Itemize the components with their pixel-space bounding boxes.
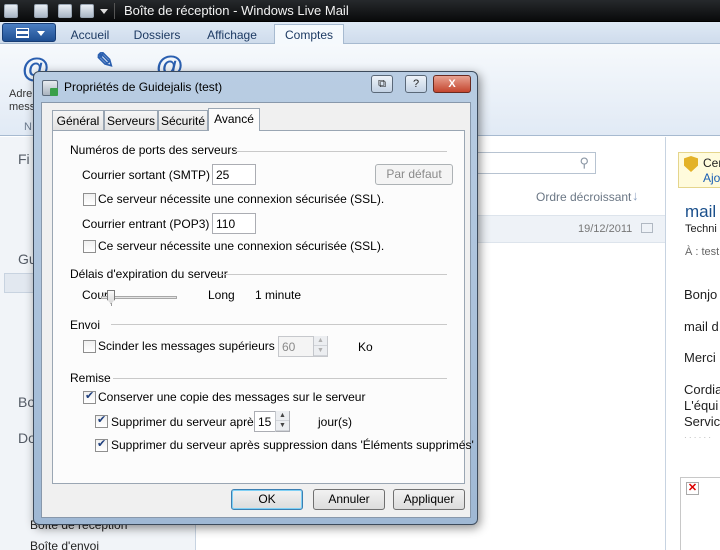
message-body-line: Cordia [684, 382, 720, 397]
pop3-port-label: Courrier entrant (POP3) : [82, 217, 217, 231]
folder-item-outbox[interactable]: Boîte d'envoi [30, 539, 99, 550]
smtp-port-label: Courrier sortant (SMTP) : [82, 168, 217, 182]
shield-icon [684, 156, 698, 172]
stepper-up-icon[interactable]: ▲ [276, 411, 289, 421]
flag-icon[interactable] [641, 223, 653, 233]
split-size-unit: Ko [358, 340, 373, 354]
smtp-port-field[interactable]: 25 [212, 164, 256, 185]
message-recipient: À : test [685, 246, 720, 258]
sort-arrow-icon[interactable]: ↓ [632, 188, 639, 203]
stepper-down-icon[interactable]: ▼ [276, 421, 289, 431]
tab-avance[interactable]: Avancé [208, 108, 260, 131]
remove-deleted-label[interactable]: Supprimer du serveur après suppression d… [111, 438, 474, 452]
account-properties-dialog: Propriétés de Guidejalis (test) ⧉ ? X Gé… [33, 71, 478, 525]
timeout-short-label: Court [82, 288, 112, 302]
ribbon-button-label: Adre [9, 88, 33, 100]
search-icon[interactable]: ⚲ [579, 155, 589, 171]
new-message-icon[interactable] [34, 4, 48, 18]
section-divider [113, 378, 447, 379]
folder-group-header[interactable]: Fi [18, 151, 30, 167]
stepper-down-icon[interactable]: ▼ [314, 346, 327, 356]
tab-general[interactable]: Général [52, 110, 104, 130]
split-messages-checkbox[interactable] [83, 340, 96, 353]
slider-tick [111, 303, 112, 306]
sending-section-label: Envoi [70, 318, 101, 332]
tab-comptes[interactable]: Comptes [274, 24, 344, 45]
message-sender: Techni [685, 223, 717, 235]
section-divider [219, 274, 447, 275]
ribbon-tab-bar: Accueil Dossiers Affichage Comptes [0, 22, 720, 45]
sort-order-label[interactable]: Ordre décroissant [536, 190, 631, 204]
delivery-section-label: Remise [70, 371, 111, 385]
default-port-button[interactable]: Par défaut [375, 164, 453, 185]
ribbon-group-label: N [24, 121, 32, 133]
reply-icon[interactable] [58, 4, 72, 18]
remove-deleted-checkbox[interactable] [95, 437, 108, 452]
app-menu-button[interactable] [2, 23, 56, 42]
ribbon-button-label-2: mess [9, 101, 36, 113]
properties-icon [42, 80, 58, 96]
message-date: 19/12/2011 [578, 223, 633, 235]
stepper-up-icon[interactable]: ▲ [314, 336, 327, 346]
tab-serveurs[interactable]: Serveurs [104, 110, 158, 130]
keep-copy-label[interactable]: Conserver une copie des messages sur le … [98, 390, 365, 404]
restore-button[interactable]: ⧉ [371, 75, 393, 93]
keep-copy-checkbox[interactable] [83, 389, 96, 404]
tab-affichage[interactable]: Affichage [194, 25, 270, 44]
app-icon[interactable] [4, 4, 18, 18]
timeout-section-label: Délais d'expiration du serveur [70, 267, 228, 281]
remove-after-days-stepper[interactable]: ▲ ▼ [275, 411, 289, 432]
quick-access-dropdown-icon[interactable] [100, 9, 108, 14]
menu-icon [16, 28, 29, 38]
message-body-line: Bonjo [684, 287, 718, 302]
reading-pane: Cer Ajo mail Techni À : test Bonjo mail … [666, 137, 720, 550]
cancel-button[interactable]: Annuler [313, 489, 385, 510]
window-title: Boîte de réception - Windows Live Mail [124, 3, 349, 18]
info-bar-link[interactable]: Ajo [703, 171, 720, 185]
image-placeholder: ✕ [680, 477, 720, 550]
tab-dossiers[interactable]: Dossiers [124, 25, 190, 44]
message-body-line: Merci [684, 350, 716, 365]
smtp-ssl-checkbox[interactable] [83, 193, 96, 206]
split-messages-label[interactable]: Scinder les messages supérieurs à [98, 339, 285, 353]
remove-after-checkbox[interactable] [95, 413, 108, 428]
info-bar[interactable]: Cer Ajo [678, 152, 720, 188]
split-size-stepper[interactable]: ▲ ▼ [313, 336, 327, 357]
search-input[interactable]: ⚲ [461, 152, 596, 174]
message-subject: mail [685, 202, 717, 221]
remove-after-days-unit: jour(s) [318, 415, 353, 429]
window-title-bar: Boîte de réception - Windows Live Mail [0, 0, 720, 22]
dialog-body: Général Serveurs Sécurité Avancé Numéros… [41, 102, 474, 518]
message-body-line: Servic [684, 414, 720, 429]
pop3-ssl-label[interactable]: Ce serveur nécessite une connexion sécur… [98, 239, 384, 253]
ports-section-label: Numéros de ports des serveurs [70, 143, 238, 157]
smtp-ssl-label[interactable]: Ce serveur nécessite une connexion sécur… [98, 192, 384, 206]
timeout-value: 1 minute [255, 288, 302, 302]
close-button[interactable]: X [433, 75, 471, 93]
info-bar-text: Cer [703, 156, 720, 170]
advanced-tab-page: Numéros de ports des serveurs Courrier s… [52, 130, 474, 484]
title-separator [114, 3, 115, 19]
pop3-ssl-checkbox[interactable] [83, 240, 96, 253]
timeout-long-label: Long [208, 288, 235, 302]
message-body-dots: · · · · · · [684, 433, 712, 442]
ok-button[interactable]: OK [231, 489, 303, 510]
send-receive-icon[interactable] [80, 4, 94, 18]
section-divider [111, 324, 447, 325]
broken-image-icon: ✕ [686, 482, 699, 495]
remove-after-label[interactable]: Supprimer du serveur après [111, 415, 260, 429]
message-body-line: mail d [684, 319, 719, 334]
tab-accueil[interactable]: Accueil [60, 25, 120, 44]
tab-securite[interactable]: Sécurité [158, 110, 208, 130]
pop3-port-field[interactable]: 110 [212, 213, 256, 234]
dialog-title: Propriétés de Guidejalis (test) [64, 80, 223, 94]
apply-button[interactable]: Appliquer [393, 489, 465, 510]
chevron-down-icon [37, 31, 45, 36]
section-divider [233, 151, 447, 152]
help-button[interactable]: ? [405, 75, 427, 93]
message-body-line: L'équi [684, 398, 719, 413]
